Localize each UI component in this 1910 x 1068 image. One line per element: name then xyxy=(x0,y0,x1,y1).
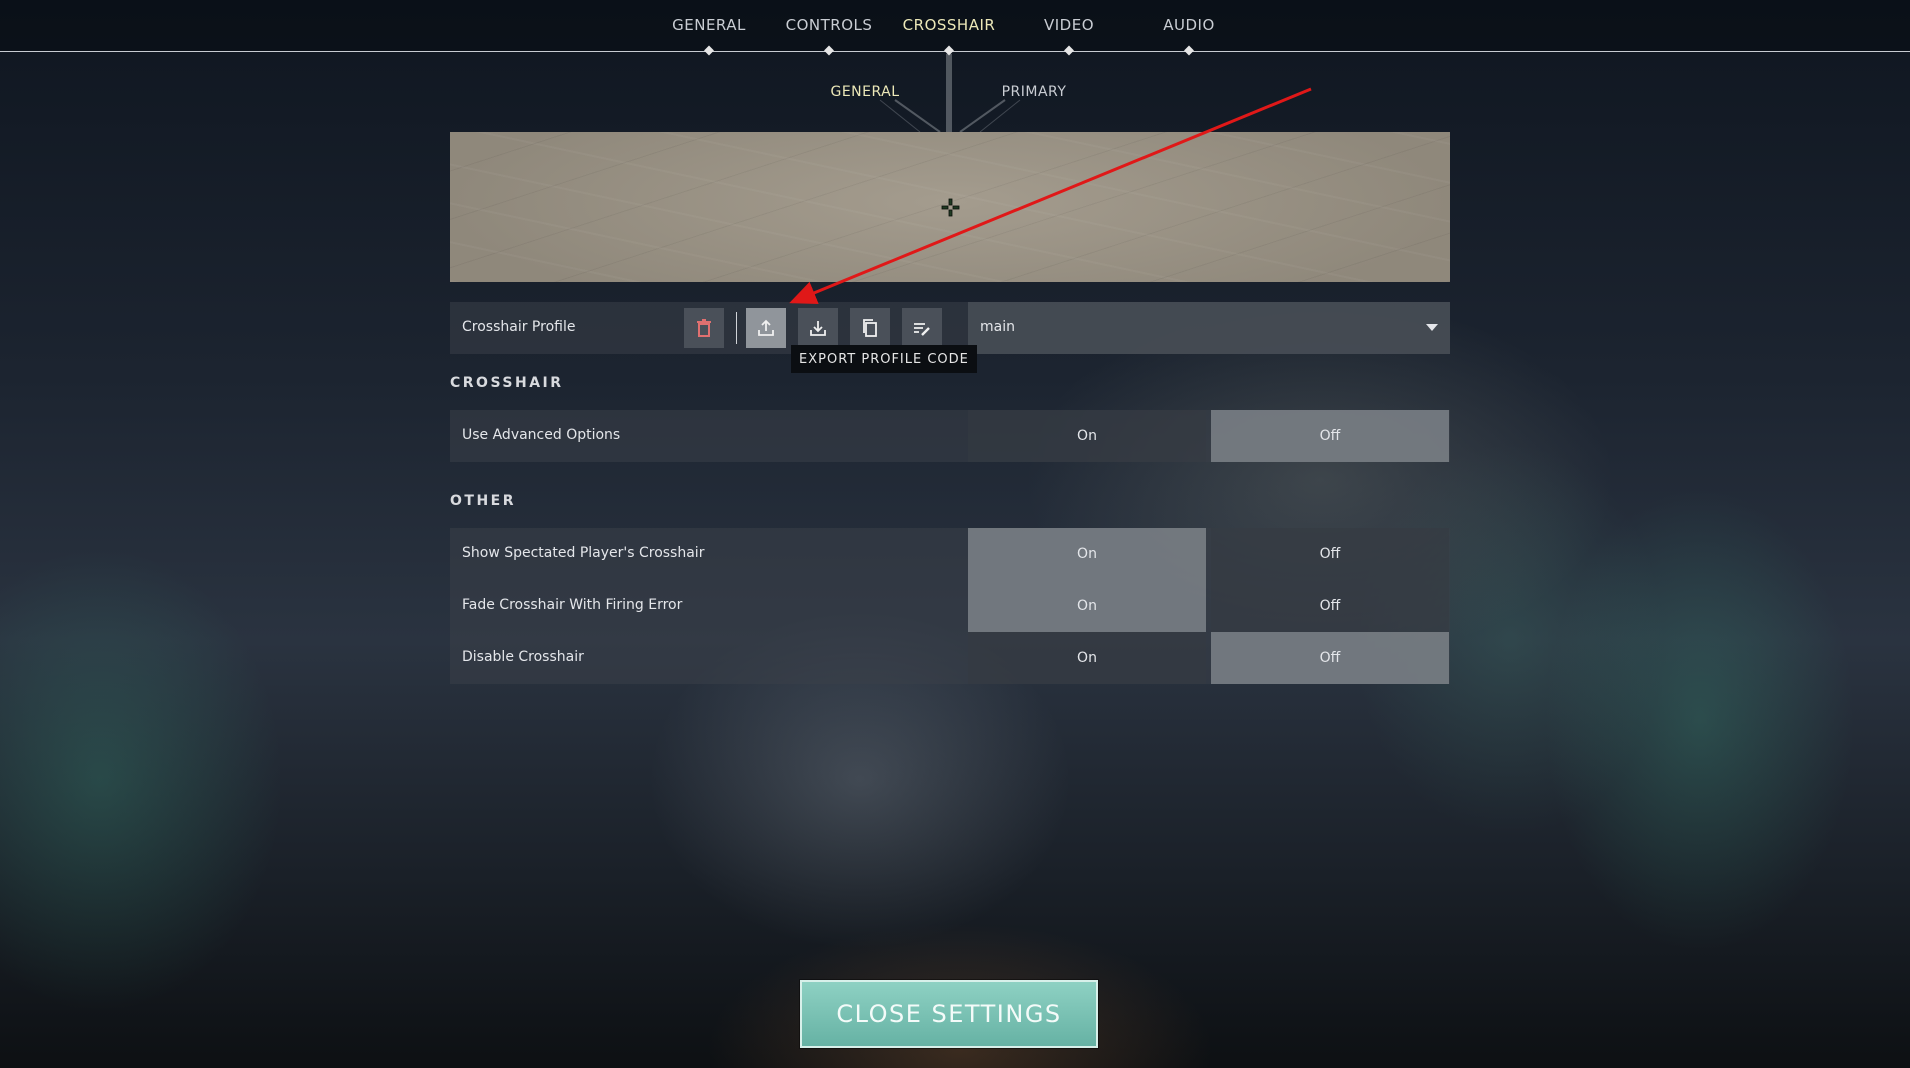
delete-profile-button[interactable] xyxy=(684,308,724,348)
section-title-other: OTHER xyxy=(450,493,517,509)
copy-icon xyxy=(863,319,877,337)
profile-dropdown[interactable]: main xyxy=(968,302,1450,354)
setting-label: Fade Crosshair With Firing Error xyxy=(462,597,683,613)
subtab-connectors xyxy=(879,54,1021,133)
import-icon xyxy=(810,321,826,336)
option-off[interactable]: Off xyxy=(1211,528,1449,580)
toolbar-divider xyxy=(736,312,737,344)
option-on[interactable]: On xyxy=(968,528,1206,580)
export-icon xyxy=(758,319,774,336)
setting-row-show-spectated-crosshair: Show Spectated Player's Crosshair On Off xyxy=(450,528,1450,580)
setting-row-fade-crosshair: Fade Crosshair With Firing Error On Off xyxy=(450,580,1450,632)
trash-icon xyxy=(697,319,711,337)
option-off[interactable]: Off xyxy=(1211,580,1449,632)
option-on[interactable]: On xyxy=(968,632,1206,684)
profile-dropdown-value: main xyxy=(980,319,1015,335)
setting-label: Use Advanced Options xyxy=(462,427,621,443)
setting-row-use-advanced-options: Use Advanced Options On Off xyxy=(450,410,1450,462)
subtab-primary[interactable]: PRIMARY xyxy=(1002,84,1067,100)
option-off[interactable]: Off xyxy=(1211,632,1449,684)
chevron-down-icon xyxy=(1426,324,1438,331)
rename-icon xyxy=(914,323,930,336)
subtab-general[interactable]: GENERAL xyxy=(830,84,899,100)
crosshair-preview xyxy=(450,132,1450,282)
export-tooltip: EXPORT PROFILE CODE xyxy=(791,345,977,373)
option-off[interactable]: Off xyxy=(1211,410,1449,462)
rename-profile-button[interactable] xyxy=(902,308,942,348)
section-title-crosshair: CROSSHAIR xyxy=(450,375,564,391)
export-profile-button[interactable] xyxy=(746,308,786,348)
crosshair-profile-label: Crosshair Profile xyxy=(462,319,576,335)
close-settings-button[interactable]: CLOSE SETTINGS xyxy=(800,980,1098,1048)
crosshair-icon xyxy=(941,198,960,217)
import-profile-button[interactable] xyxy=(798,308,838,348)
option-on[interactable]: On xyxy=(968,410,1206,462)
setting-row-disable-crosshair: Disable Crosshair On Off xyxy=(450,632,1450,684)
setting-label: Show Spectated Player's Crosshair xyxy=(462,545,705,561)
option-on[interactable]: On xyxy=(968,580,1206,632)
copy-profile-button[interactable] xyxy=(850,308,890,348)
setting-label: Disable Crosshair xyxy=(462,649,584,665)
